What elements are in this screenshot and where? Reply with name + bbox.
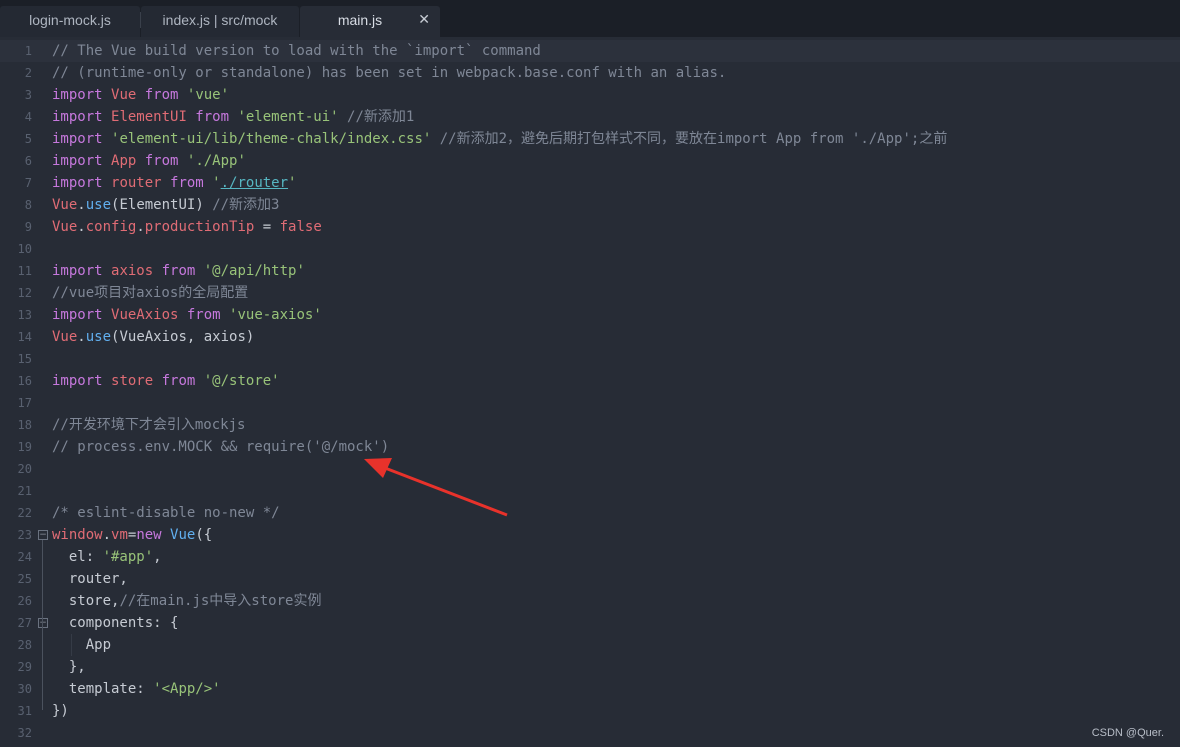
annotation-overlay: [364, 458, 508, 517]
red-arrow-icon: [384, 466, 508, 517]
watermark: CSDN @Quer.: [1091, 727, 1164, 739]
